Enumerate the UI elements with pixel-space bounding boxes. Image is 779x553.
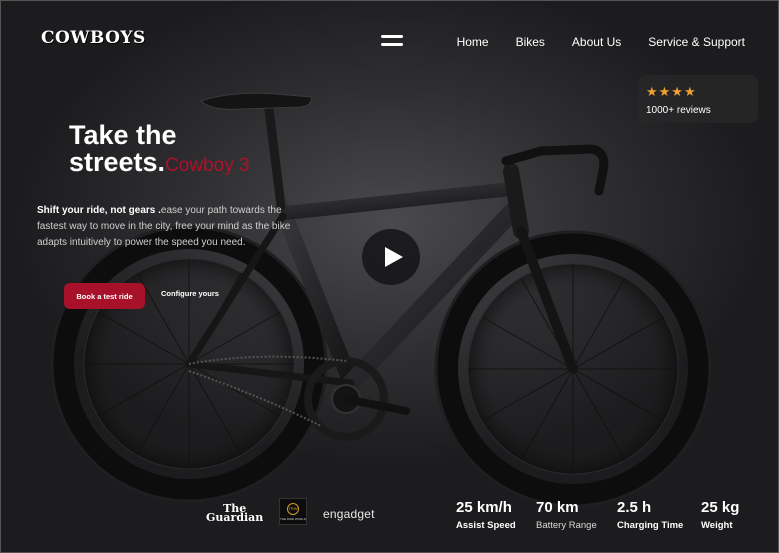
- spec-battery-range: 70 km Battery Range: [536, 499, 597, 531]
- spec-value: 25 km/h: [456, 499, 512, 516]
- configure-yours-link[interactable]: Configure yours: [161, 289, 219, 298]
- guardian-logo: The Guardian: [206, 502, 264, 524]
- engadget-logo: engadget: [323, 507, 375, 521]
- spec-assist-speed: 25 km/h Assist Speed: [456, 499, 516, 531]
- nav-bikes[interactable]: Bikes: [516, 35, 545, 49]
- headline-line2: streets.: [69, 147, 166, 177]
- menu-icon[interactable]: [381, 35, 403, 48]
- spec-label: Charging Time: [617, 520, 684, 531]
- nav-about-us[interactable]: About Us: [572, 35, 621, 49]
- nav-service-support[interactable]: Service & Support: [648, 35, 745, 49]
- main-nav: Home Bikes About Us Service & Support: [457, 35, 745, 49]
- play-icon: [384, 247, 403, 267]
- book-test-ride-button[interactable]: Book a test ride: [64, 283, 145, 309]
- hero-description: Shift your ride, not gears .ease your pa…: [37, 203, 297, 251]
- spec-value: 25 kg: [701, 499, 740, 516]
- spec-value: 2.5 h: [617, 499, 652, 516]
- headline-line1: Take the: [69, 120, 177, 150]
- spec-value: 70 km: [536, 499, 579, 516]
- trw-logo: TRW THE RIDE WORLD: [279, 498, 307, 525]
- play-video-button[interactable]: [362, 229, 420, 285]
- spec-label: Weight: [701, 520, 733, 531]
- landing-page: COWBOYS Home Bikes About Us Service & Su…: [0, 0, 779, 553]
- hero-description-lead: Shift your ride, not gears .: [37, 205, 161, 216]
- spec-label: Assist Speed: [456, 520, 516, 531]
- hero-headline: Take the streets.Cowboy 3: [69, 122, 250, 179]
- rating-card: ★★★★ 1000+ reviews: [638, 75, 758, 123]
- spec-label: Battery Range: [536, 520, 597, 531]
- review-count: 1000+ reviews: [646, 105, 711, 116]
- spec-charging-time: 2.5 h Charging Time: [617, 499, 683, 531]
- saddle: [200, 92, 312, 110]
- model-name: Cowboy 3: [165, 155, 250, 176]
- star-rating-icon: ★★★★: [646, 84, 697, 99]
- spec-weight: 25 kg Weight: [701, 499, 739, 531]
- nav-home[interactable]: Home: [457, 35, 489, 49]
- brand-logo[interactable]: COWBOYS: [41, 28, 146, 48]
